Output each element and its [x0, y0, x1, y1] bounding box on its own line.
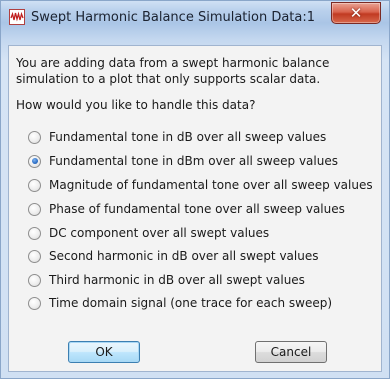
title-bar[interactable]: Swept Harmonic Balance Simulation Data:1… — [1, 1, 389, 43]
close-button[interactable]: ✕ — [331, 2, 381, 24]
cancel-button[interactable]: Cancel — [255, 341, 327, 363]
radio-button[interactable] — [28, 249, 41, 263]
question-text: How would you like to handle this data? — [16, 98, 256, 112]
option-label: Second harmonic in dB over all swept val… — [49, 249, 319, 263]
radio-button[interactable] — [28, 273, 41, 287]
option-phase[interactable]: Phase of fundamental tone over all sweep… — [28, 200, 345, 218]
option-fundamental-db[interactable]: Fundamental tone in dB over all sweep va… — [28, 128, 326, 146]
radio-button[interactable] — [28, 178, 41, 192]
radio-button[interactable] — [28, 130, 41, 144]
option-time-domain[interactable]: Time domain signal (one trace for each s… — [28, 294, 332, 312]
option-fundamental-dbm[interactable]: Fundamental tone in dBm over all sweep v… — [28, 152, 338, 170]
radio-button[interactable] — [28, 202, 41, 216]
option-label: Phase of fundamental tone over all sweep… — [49, 202, 345, 216]
option-dc-component[interactable]: DC component over all swept values — [28, 224, 269, 242]
message-text: You are adding data from a swept harmoni… — [16, 56, 330, 86]
option-label: Magnitude of fundamental tone over all s… — [49, 178, 373, 192]
option-second-harmonic[interactable]: Second harmonic in dB over all swept val… — [28, 247, 318, 265]
waveform-icon — [9, 9, 25, 25]
option-label: Time domain signal (one trace for each s… — [49, 296, 333, 310]
option-label: Fundamental tone in dB over all sweep va… — [49, 130, 327, 144]
option-magnitude[interactable]: Magnitude of fundamental tone over all s… — [28, 176, 373, 194]
radio-button-selected[interactable] — [28, 154, 41, 168]
ok-button[interactable]: OK — [68, 341, 140, 363]
radio-button[interactable] — [28, 296, 41, 310]
option-label: DC component over all swept values — [49, 226, 270, 240]
option-label: Fundamental tone in dBm over all sweep v… — [49, 154, 338, 168]
window-title: Swept Harmonic Balance Simulation Data:1 — [31, 10, 316, 25]
option-third-harmonic[interactable]: Third harmonic in dB over all swept valu… — [28, 271, 305, 289]
close-icon: ✕ — [349, 4, 363, 22]
option-label: Third harmonic in dB over all swept valu… — [49, 273, 305, 287]
radio-button[interactable] — [28, 226, 41, 240]
